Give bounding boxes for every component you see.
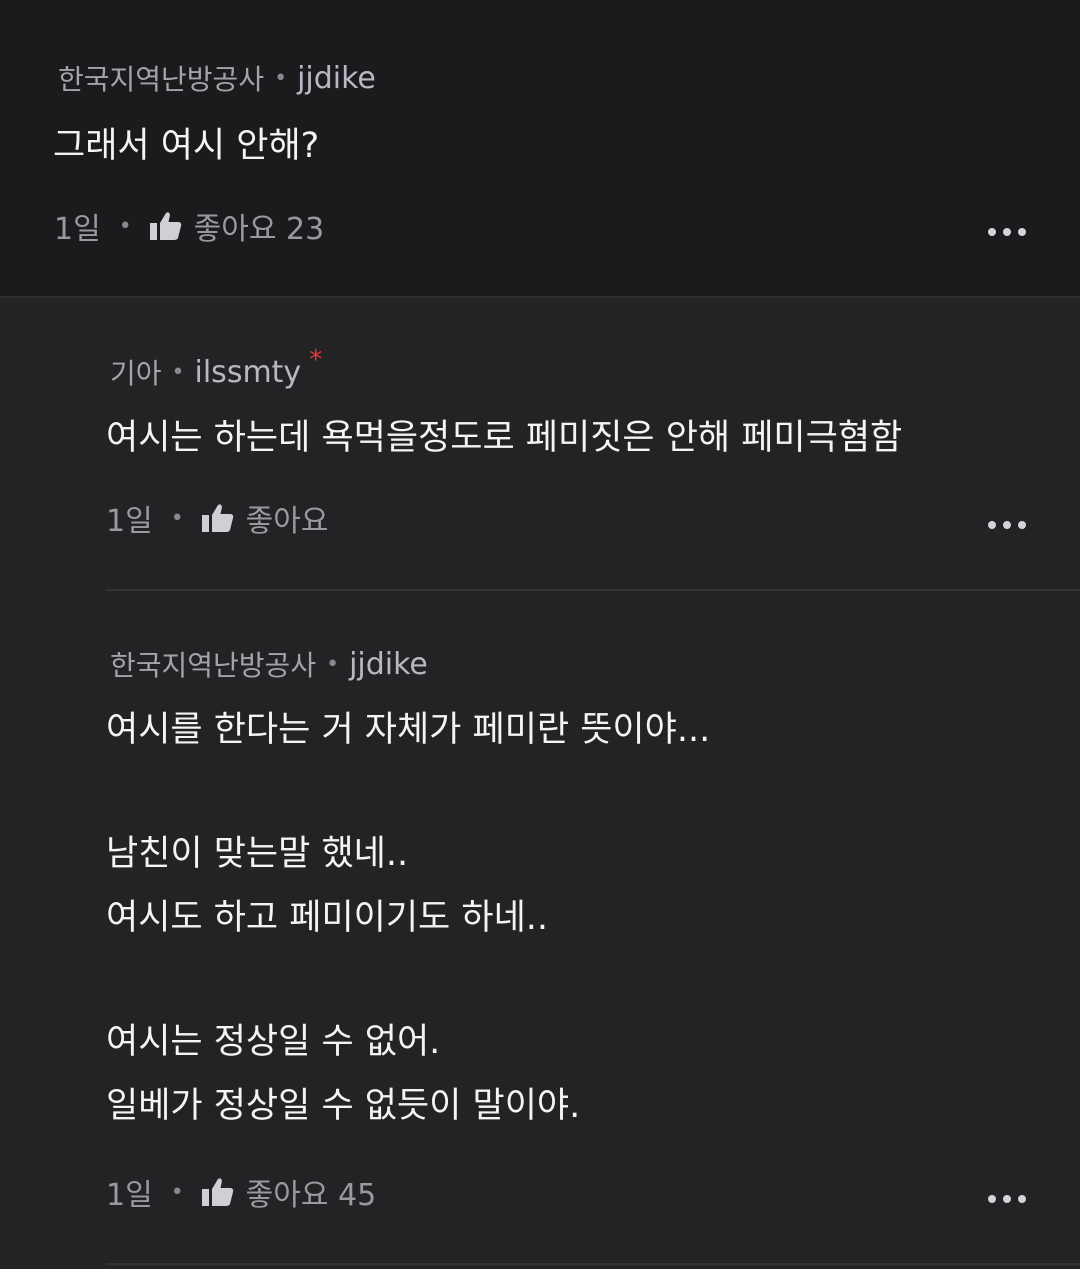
more-options-icon[interactable] <box>982 222 1032 242</box>
separator-dot: • <box>118 213 132 239</box>
reply-actions: 1일 • 좋아요 45 <box>106 1170 376 1214</box>
reply-actions: 1일 • 좋아요 <box>106 496 328 540</box>
comment-time: 1일 <box>54 212 101 247</box>
reply-time: 1일 <box>106 504 153 539</box>
like-button[interactable]: 좋아요 <box>201 496 329 540</box>
thumbs-up-icon <box>201 1178 233 1206</box>
reply-time: 1일 <box>106 1178 153 1213</box>
comment-thread: 한국지역난방공사 • jjdike 그래서 여시 안해? 1일 • 좋아요 23 <box>0 0 1080 1269</box>
reply-line: 여시를 한다는 거 자체가 페미란 뜻이야... <box>106 710 711 750</box>
separator-dot: • <box>326 651 340 677</box>
divider <box>106 589 1080 591</box>
separator-dot: • <box>274 65 288 91</box>
reply-line: 여시도 하고 페미이기도 하네.. <box>106 898 549 938</box>
like-button[interactable]: 좋아요 45 <box>201 1170 377 1214</box>
separator-dot: • <box>170 1179 184 1205</box>
divider <box>106 1263 1080 1265</box>
reply-text: 여시를 한다는 거 자체가 페미란 뜻이야... 남친이 맞는말 했네.. 여시… <box>106 698 710 1138</box>
reply-line: 남친이 맞는말 했네.. <box>106 834 409 874</box>
reply-line: 여시는 정상일 수 없어. <box>106 1022 441 1062</box>
author-id: jjdike <box>349 646 428 682</box>
like-label: 좋아요 45 <box>245 1178 377 1213</box>
more-options-icon[interactable] <box>982 515 1032 535</box>
thumbs-up-icon <box>201 504 233 532</box>
author-id: jjdike <box>297 60 376 96</box>
author-nickname: 한국지역난방공사 <box>110 649 317 682</box>
author-nickname: 한국지역난방공사 <box>58 63 265 96</box>
comment-line: 그래서 여시 안해? <box>53 126 320 166</box>
author-id: ilssmty <box>194 354 302 390</box>
new-badge: * <box>309 345 323 375</box>
author-nickname: 기아 <box>110 357 162 390</box>
reply-author[interactable]: 기아 • ilssmty * <box>110 345 322 392</box>
separator-dot: • <box>170 505 184 531</box>
comment-top-level: 한국지역난방공사 • jjdike 그래서 여시 안해? 1일 • 좋아요 23 <box>0 0 1080 296</box>
comment-author[interactable]: 한국지역난방공사 • jjdike <box>58 58 376 98</box>
replies-section: 기아 • ilssmty * 여시는 하는데 욕먹을정도로 페미짓은 안해 페미… <box>0 298 1080 1269</box>
like-label: 좋아요 <box>245 504 329 539</box>
like-label: 좋아요 23 <box>193 212 325 247</box>
like-button[interactable]: 좋아요 23 <box>149 204 325 248</box>
comment-text: 그래서 여시 안해? <box>53 114 319 178</box>
reply-line: 여시는 하는데 욕먹을정도로 페미짓은 안해 페미극혐함 <box>106 418 903 458</box>
more-options-icon[interactable] <box>982 1189 1032 1209</box>
comment-actions: 1일 • 좋아요 23 <box>54 204 324 248</box>
reply-author[interactable]: 한국지역난방공사 • jjdike <box>110 644 428 684</box>
reply-line: 일베가 정상일 수 없듯이 말이야. <box>106 1086 581 1126</box>
thumbs-up-icon <box>149 212 181 240</box>
separator-dot: • <box>171 359 185 385</box>
reply-text: 여시는 하는데 욕먹을정도로 페미짓은 안해 페미극혐함 <box>106 406 902 470</box>
